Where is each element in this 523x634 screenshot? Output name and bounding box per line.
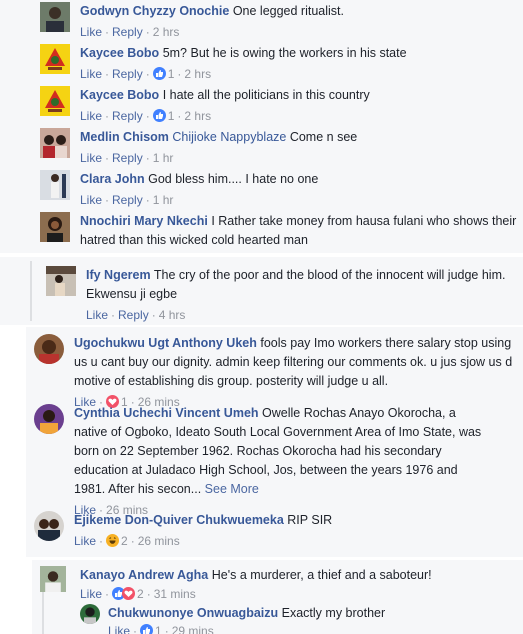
haha-reaction-icon[interactable] <box>106 534 120 547</box>
comment-text: Come n see <box>289 130 358 144</box>
comment-actions: Like · Reply · 1 hr <box>80 193 174 207</box>
reply-link[interactable]: Reply <box>118 308 149 322</box>
like-reaction-icon[interactable] <box>140 624 154 634</box>
comment-time[interactable]: 4 hrs <box>159 308 186 322</box>
commenter-name[interactable]: Medlin Chisom <box>80 130 169 144</box>
comment-actions: Like · Reply · 2 hrs <box>80 25 180 39</box>
comment-actions: Like · 2 · 26 mins <box>74 534 180 548</box>
reply-thread-line <box>30 261 32 321</box>
like-link[interactable]: Like <box>80 151 102 165</box>
avatar[interactable] <box>40 44 70 74</box>
comment-text: Exactly my brother <box>281 606 386 620</box>
commenter-name[interactable]: Godwyn Chyzzy Onochie <box>80 4 229 18</box>
commenter-name[interactable]: Ejikeme Don-Quiver Chukwuemeka <box>74 513 284 527</box>
comment-actions: Like · 1 · 29 mins <box>108 623 508 634</box>
commenter-name[interactable]: Ify Ngerem <box>86 268 151 282</box>
avatar[interactable] <box>40 566 66 592</box>
comment-time[interactable]: 2 hrs <box>153 25 180 39</box>
avatar[interactable] <box>46 266 76 296</box>
heart-reaction-icon[interactable] <box>122 587 136 600</box>
comment-actions: Like · Reply · 1 · 2 hrs <box>80 109 212 123</box>
reply-link[interactable]: Reply <box>112 151 143 165</box>
commenter-name[interactable]: Kaycee Bobo <box>80 88 159 102</box>
like-link[interactable]: Like <box>80 193 102 207</box>
commenter-name[interactable]: Kanayo Andrew Agha <box>80 568 208 582</box>
comment-time[interactable]: 31 mins <box>154 587 196 601</box>
see-more-link[interactable]: See More <box>205 482 259 496</box>
commenter-name[interactable]: Kaycee Bobo <box>80 46 159 60</box>
reaction-count[interactable]: 1 <box>168 67 175 81</box>
comment-actions: Like · 2 · 31 mins <box>80 587 196 601</box>
commenter-name[interactable]: Nnochiri Mary Nkechi <box>80 214 208 228</box>
reply-link[interactable]: Reply <box>112 193 143 207</box>
comment-text: I hate all the politicians in this count… <box>162 88 370 102</box>
commenter-name[interactable]: Ugochukwu Ugt Anthony Ukeh <box>74 336 257 350</box>
avatar[interactable] <box>40 212 70 242</box>
commenter-name[interactable]: Clara John <box>80 172 145 186</box>
comment-time[interactable]: 2 hrs <box>184 67 211 81</box>
like-link[interactable]: Like <box>80 109 102 123</box>
avatar[interactable] <box>34 334 64 364</box>
like-link[interactable]: Like <box>108 624 130 634</box>
reaction-count[interactable]: 1 <box>155 624 162 634</box>
like-link[interactable]: Like <box>74 534 96 548</box>
reaction-count[interactable]: 2 <box>121 534 128 548</box>
comment-text: God bless him.... I hate no one <box>148 172 319 186</box>
reply-link[interactable]: Reply <box>112 109 143 123</box>
avatar[interactable] <box>34 404 64 434</box>
tagged-user[interactable]: Chijioke Nappyblaze <box>172 130 286 144</box>
like-reaction-icon[interactable] <box>152 67 166 80</box>
like-link[interactable]: Like <box>80 67 102 81</box>
reaction-count[interactable]: 2 <box>137 587 144 601</box>
avatar[interactable] <box>34 511 64 541</box>
avatar[interactable] <box>40 170 70 200</box>
like-reaction-icon[interactable] <box>152 109 166 122</box>
like-link[interactable]: Like <box>80 587 102 601</box>
avatar[interactable] <box>40 128 70 158</box>
reply-link[interactable]: Reply <box>112 25 143 39</box>
comment-text: 5m? But he is owing the workers in his s… <box>162 46 407 60</box>
avatar[interactable] <box>40 86 70 116</box>
avatar[interactable] <box>80 604 100 624</box>
like-link[interactable]: Like <box>86 308 108 322</box>
reply-link[interactable]: Reply <box>112 67 143 81</box>
commenter-name[interactable]: Cynthia Uchechi Vincent Umeh <box>74 406 259 420</box>
comment-time[interactable]: 1 hr <box>153 151 174 165</box>
comment-text: He's a murderer, a thief and a saboteur! <box>211 568 432 582</box>
comment-actions: Like · Reply · 1 hr <box>80 151 174 165</box>
commenter-name[interactable]: Chukwunonye Onwuagbaizu <box>108 606 278 620</box>
avatar[interactable] <box>40 2 70 32</box>
comment-time[interactable]: 26 mins <box>138 534 180 548</box>
comment-text: One legged ritualist. <box>232 4 344 18</box>
comment-actions: Like · Reply · 4 hrs <box>86 308 186 322</box>
comment-time[interactable]: 1 hr <box>153 193 174 207</box>
comment-time[interactable]: 2 hrs <box>184 109 211 123</box>
like-link[interactable]: Like <box>80 25 102 39</box>
reaction-count[interactable]: 1 <box>168 109 175 123</box>
comment-time[interactable]: 29 mins <box>172 624 214 634</box>
comment-text: RIP SIR <box>287 513 333 527</box>
comment-actions: Like · Reply · 1 · 2 hrs <box>80 67 212 81</box>
